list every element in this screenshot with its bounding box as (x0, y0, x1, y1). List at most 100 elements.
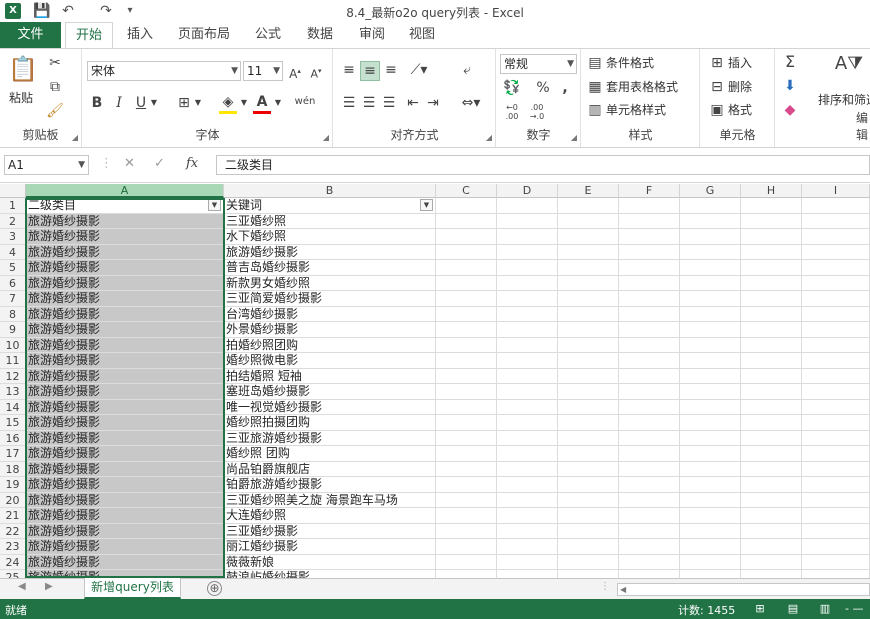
empty-cell[interactable] (436, 477, 497, 493)
row-header[interactable]: 22 (0, 523, 26, 539)
add-sheet-button[interactable]: ⊕ (207, 581, 222, 596)
empty-cell[interactable] (436, 461, 497, 477)
empty-cell[interactable] (680, 492, 741, 508)
cell-keyword[interactable]: 普吉岛婚纱摄影 (224, 260, 436, 276)
tab-insert[interactable]: 插入 (118, 22, 162, 48)
empty-cell[interactable] (619, 229, 680, 245)
cell-category[interactable]: 旅游婚纱摄影 (26, 384, 224, 400)
empty-cell[interactable] (558, 492, 619, 508)
empty-cell[interactable] (558, 213, 619, 229)
empty-cell[interactable] (680, 446, 741, 462)
empty-cell[interactable] (497, 229, 558, 245)
empty-cell[interactable] (619, 198, 680, 214)
empty-cell[interactable] (558, 430, 619, 446)
cell-category[interactable]: 旅游婚纱摄影 (26, 399, 224, 415)
empty-cell[interactable] (802, 353, 870, 369)
empty-cell[interactable] (436, 275, 497, 291)
row-header[interactable]: 19 (0, 477, 26, 493)
next-sheet-icon[interactable]: ▶ (45, 581, 53, 592)
cell-category[interactable]: 旅游婚纱摄影 (26, 291, 224, 307)
empty-cell[interactable] (436, 198, 497, 214)
cell-keyword[interactable]: 三亚婚纱摄影 (224, 523, 436, 539)
empty-cell[interactable] (619, 446, 680, 462)
empty-cell[interactable] (558, 461, 619, 477)
empty-cell[interactable] (497, 275, 558, 291)
empty-cell[interactable] (680, 430, 741, 446)
empty-cell[interactable] (497, 477, 558, 493)
empty-cell[interactable] (802, 384, 870, 400)
empty-cell[interactable] (680, 275, 741, 291)
row-header[interactable]: 1 (0, 198, 26, 214)
empty-cell[interactable] (497, 492, 558, 508)
cell-styles-button[interactable]: 单元格样式 (606, 101, 666, 119)
empty-cell[interactable] (802, 477, 870, 493)
align-middle-icon[interactable]: ≡ (360, 61, 380, 81)
font-launcher-icon[interactable]: ◢ (323, 133, 329, 142)
empty-cell[interactable] (619, 353, 680, 369)
empty-cell[interactable] (558, 260, 619, 276)
empty-cell[interactable] (436, 384, 497, 400)
paste-icon[interactable]: 📋 (8, 55, 38, 83)
empty-cell[interactable] (741, 244, 802, 260)
cell-keyword[interactable]: 铂爵旅游婚纱摄影 (224, 477, 436, 493)
empty-cell[interactable] (497, 508, 558, 524)
empty-cell[interactable] (741, 554, 802, 570)
cell-category[interactable]: 旅游婚纱摄影 (26, 461, 224, 477)
empty-cell[interactable] (741, 368, 802, 384)
empty-cell[interactable] (802, 523, 870, 539)
empty-cell[interactable] (802, 508, 870, 524)
empty-cell[interactable] (436, 260, 497, 276)
empty-cell[interactable] (497, 244, 558, 260)
empty-cell[interactable] (802, 368, 870, 384)
row-header[interactable]: 2 (0, 213, 26, 229)
empty-cell[interactable] (741, 291, 802, 307)
empty-cell[interactable] (802, 399, 870, 415)
column-header-g[interactable]: G (680, 184, 741, 198)
empty-cell[interactable] (802, 415, 870, 431)
decrease-font-icon[interactable]: A▾ (308, 62, 324, 84)
chevron-down-icon[interactable]: ▼ (193, 94, 203, 112)
fill-icon[interactable]: ⬇ (782, 77, 798, 95)
row-header[interactable]: 23 (0, 539, 26, 555)
column-header-e[interactable]: E (558, 184, 619, 198)
empty-cell[interactable] (558, 306, 619, 322)
empty-cell[interactable] (680, 508, 741, 524)
paste-button[interactable]: 粘贴 (9, 89, 33, 107)
sort-filter-button[interactable]: 排序和筛选 (818, 91, 870, 109)
tab-view[interactable]: 视图 (400, 22, 444, 48)
empty-cell[interactable] (619, 291, 680, 307)
cell-category[interactable]: 旅游婚纱摄影 (26, 337, 224, 353)
select-all-button[interactable] (0, 184, 26, 198)
insert-button[interactable]: 插入 (728, 54, 752, 72)
cell-keyword[interactable]: 婚纱照微电影 (224, 353, 436, 369)
cell-keyword[interactable]: 塞班岛婚纱摄影 (224, 384, 436, 400)
column-header-a[interactable]: A (26, 184, 224, 198)
empty-cell[interactable] (680, 477, 741, 493)
empty-cell[interactable] (680, 244, 741, 260)
empty-cell[interactable] (680, 461, 741, 477)
bold-button[interactable]: B (89, 94, 105, 112)
column-header-f[interactable]: F (619, 184, 680, 198)
tab-file[interactable]: 文件 (0, 22, 61, 48)
cell-category[interactable]: 旅游婚纱摄影 (26, 229, 224, 245)
prev-sheet-icon[interactable]: ◀ (18, 581, 26, 592)
empty-cell[interactable] (497, 446, 558, 462)
empty-cell[interactable] (436, 570, 497, 578)
wrap-text-icon[interactable]: ⤶ (458, 61, 476, 79)
cell-category[interactable]: 旅游婚纱摄影 (26, 368, 224, 384)
row-header[interactable]: 3 (0, 229, 26, 245)
empty-cell[interactable] (680, 291, 741, 307)
row-header[interactable]: 25 (0, 570, 26, 578)
empty-cell[interactable] (619, 384, 680, 400)
format-painter-icon[interactable]: 🖌 (46, 102, 64, 120)
clipboard-launcher-icon[interactable]: ◢ (72, 133, 78, 142)
empty-cell[interactable] (741, 384, 802, 400)
tab-formulas[interactable]: 公式 (246, 22, 290, 48)
row-header[interactable]: 4 (0, 244, 26, 260)
empty-cell[interactable] (741, 213, 802, 229)
cut-icon[interactable]: ✂ (46, 54, 64, 72)
align-bottom-icon[interactable]: ≡ (382, 61, 400, 79)
column-header-h[interactable]: H (741, 184, 802, 198)
empty-cell[interactable] (436, 368, 497, 384)
cell-keyword[interactable]: 三亚旅游婚纱摄影 (224, 430, 436, 446)
